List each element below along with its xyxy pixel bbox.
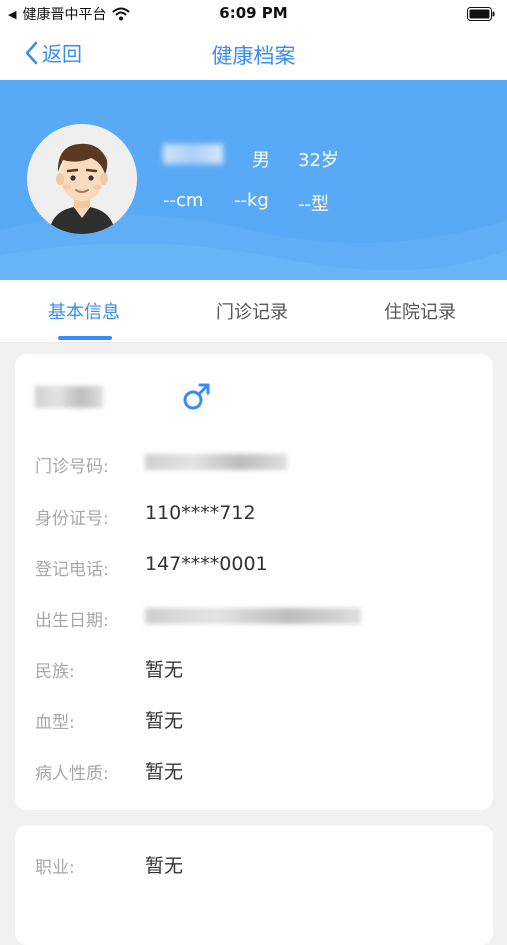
tab-outpatient-records[interactable]: 门诊记录 <box>216 298 288 324</box>
occupation-value: 暂无 <box>145 855 184 877</box>
patient-name-redacted <box>35 386 103 408</box>
height-text: --cm <box>163 190 204 211</box>
tab-inpatient-records[interactable]: 住院记录 <box>384 298 456 324</box>
ethnicity-value: 暂无 <box>145 659 184 681</box>
ethnicity-label: 民族: <box>35 662 75 682</box>
record-tabs: 基本信息 门诊记录 住院记录 <box>0 280 507 343</box>
active-tab-indicator <box>58 336 112 340</box>
basic-info-card: 门诊号码: 身份证号: 110****712 登记电话: 147****0001… <box>15 354 493 810</box>
name-redacted <box>163 144 223 164</box>
id-card-label: 身份证号: <box>35 509 109 529</box>
extra-info-card: 职业: 暂无 <box>15 825 493 945</box>
profile-banner: 男 32岁 --cm --kg --型 <box>0 80 507 280</box>
birth-date-label: 出生日期: <box>35 611 109 631</box>
age-text: 32岁 <box>298 150 339 171</box>
patient-type-label: 病人性质: <box>35 764 109 784</box>
battery-icon <box>467 6 495 25</box>
outpatient-number-redacted <box>145 454 287 470</box>
weight-text: --kg <box>234 190 269 211</box>
tab-basic-info[interactable]: 基本信息 <box>48 298 120 324</box>
nav-bar: 返回 健康档案 <box>0 28 507 80</box>
phone-value: 147****0001 <box>145 553 268 575</box>
patient-type-value: 暂无 <box>145 761 184 783</box>
blood-group-value: 暂无 <box>145 710 184 732</box>
id-card-value: 110****712 <box>145 502 256 524</box>
gender-text: 男 <box>252 150 270 171</box>
male-gender-icon <box>183 383 210 410</box>
birth-date-redacted <box>145 608 361 624</box>
occupation-label: 职业: <box>35 858 75 878</box>
phone-label: 登记电话: <box>35 560 109 580</box>
status-bar: ◀ 健康晋中平台 6:09 PM <box>0 0 507 28</box>
status-time: 6:09 PM <box>219 4 288 22</box>
blood-type-text: --型 <box>298 194 329 215</box>
blood-group-label: 血型: <box>35 713 75 733</box>
outpatient-number-label: 门诊号码: <box>35 457 109 477</box>
page-title: 健康档案 <box>211 44 296 68</box>
avatar <box>27 124 137 234</box>
